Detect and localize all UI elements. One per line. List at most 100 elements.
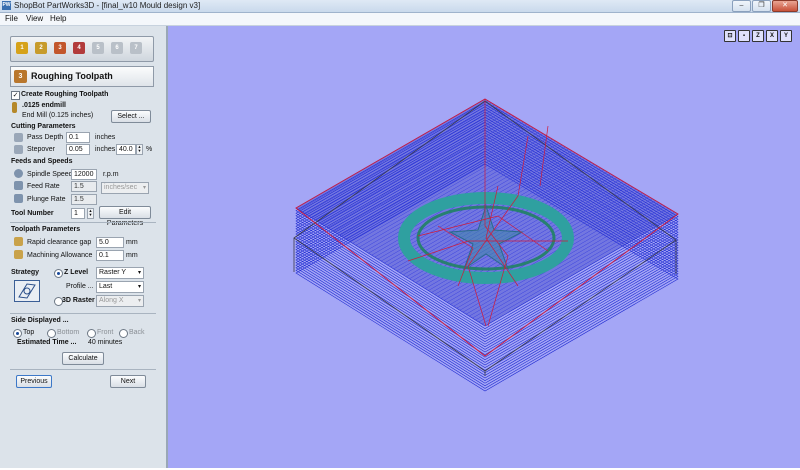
side-front-radio[interactable] xyxy=(87,329,96,338)
chevron-down-icon: ▾ xyxy=(137,284,141,290)
rapid-clearance-label: Rapid clearance gap xyxy=(27,239,92,246)
stage-6-icon[interactable]: 6 xyxy=(111,42,123,54)
window-title: ShopBot PartWorks3D - [final_w10 Mould d… xyxy=(14,1,201,10)
stage-5-icon[interactable]: 5 xyxy=(92,42,104,54)
side-bottom-radio[interactable] xyxy=(47,329,56,338)
iso-view-icon[interactable]: ▪ xyxy=(738,30,750,42)
spindle-speed-label: Spindle Speed xyxy=(27,171,73,178)
menu-file[interactable]: File xyxy=(5,14,18,24)
select-tool-button[interactable]: Select ... xyxy=(111,110,151,123)
feeds-speeds-heading: Feeds and Speeds xyxy=(11,158,73,165)
zoom-extents-icon[interactable]: ⊡ xyxy=(724,30,736,42)
view-toolbar: ⊡ ▪ Z X Y xyxy=(724,30,792,42)
maximize-button[interactable]: ❐ xyxy=(752,0,771,12)
rapid-clearance-unit: mm xyxy=(126,239,138,246)
next-button[interactable]: Next xyxy=(110,375,146,388)
plunge-rate-input[interactable]: 1.5 xyxy=(71,194,97,205)
stage-3-icon[interactable]: 3 xyxy=(54,42,66,54)
profile-select[interactable]: Last ▾ xyxy=(96,281,144,293)
stepover-percent-input[interactable]: 40.0 xyxy=(116,144,136,155)
roughing-icon: 3 xyxy=(14,70,27,83)
chevron-down-icon: ▾ xyxy=(142,185,146,191)
create-toolpath-label: Create Roughing Toolpath xyxy=(21,91,109,98)
machining-allowance-unit: mm xyxy=(126,252,138,259)
endmill-icon xyxy=(12,102,17,113)
stage-1-icon[interactable]: 1 xyxy=(16,42,28,54)
tool-description: End Mill (0.125 inches) xyxy=(22,112,94,119)
side-displayed-heading: Side Displayed ... xyxy=(11,317,69,324)
strategy-label: Strategy xyxy=(11,269,40,276)
toolpath-preview xyxy=(293,98,679,392)
pass-depth-icon xyxy=(14,133,23,142)
stage-2-icon[interactable]: 2 xyxy=(35,42,47,54)
3d-viewport[interactable]: ⊡ ▪ Z X Y xyxy=(168,26,800,468)
profile-value: Last xyxy=(99,283,113,290)
create-toolpath-checkbox[interactable]: ✓ xyxy=(11,91,20,100)
cutting-parameters-heading: Cutting Parameters xyxy=(11,123,76,130)
raster3d-value: Along X xyxy=(99,297,124,304)
plunge-rate-label: Plunge Rate xyxy=(27,196,66,203)
view-x-icon[interactable]: X xyxy=(766,30,778,42)
feed-unit-select[interactable]: inches/sec ▾ xyxy=(101,182,149,194)
tool-number-input[interactable]: 1 xyxy=(71,208,85,219)
stepover-input[interactable]: 0.05 xyxy=(66,144,90,155)
view-y-icon[interactable]: Y xyxy=(780,30,792,42)
side-front-label: Front xyxy=(97,329,114,336)
stepover-icon xyxy=(14,145,23,154)
divider xyxy=(10,313,156,314)
side-top-label: Top xyxy=(23,329,35,336)
tool-number-spinner[interactable]: ▲ ▼ xyxy=(87,208,94,219)
chevron-down-icon: ▾ xyxy=(137,298,141,304)
side-bottom-label: Bottom xyxy=(57,329,80,336)
pass-depth-unit: inches xyxy=(95,134,116,141)
strategy-diagram-icon xyxy=(14,280,40,302)
stepover-label: Stepover xyxy=(27,146,56,153)
section-title: Roughing Toolpath xyxy=(31,71,113,81)
rapid-clearance-icon xyxy=(14,237,23,246)
side-back-label: Back xyxy=(129,329,145,336)
rapid-clearance-input[interactable]: 5.0 xyxy=(96,237,124,248)
percent-sign: % xyxy=(146,146,153,153)
machining-allowance-label: Machining Allowance xyxy=(27,252,93,259)
menu-help[interactable]: Help xyxy=(50,14,66,24)
menu-view[interactable]: View xyxy=(26,14,43,24)
zlevel-strategy-select[interactable]: Raster Y ▾ xyxy=(96,267,144,279)
menu-bar: File View Help xyxy=(0,13,800,26)
window-controls: – ❐ ✕ xyxy=(732,0,798,12)
calculate-button[interactable]: Calculate xyxy=(62,352,104,365)
close-button[interactable]: ✕ xyxy=(772,0,798,12)
feed-rate-icon xyxy=(14,181,23,190)
edit-parameters-button[interactable]: Edit Parameters xyxy=(99,206,151,227)
chevron-down-icon: ▾ xyxy=(137,270,141,276)
toolpath-parameters-heading: Toolpath Parameters xyxy=(11,226,81,233)
stage-toolbar: 1 2 3 4 5 6 7 xyxy=(10,36,154,62)
feed-rate-input[interactable]: 1.5 xyxy=(71,181,97,192)
title-bar: PW ShopBot PartWorks3D - [final_w10 Moul… xyxy=(0,0,800,13)
zlevel-radio[interactable] xyxy=(54,269,63,278)
tool-name: .0125 endmill xyxy=(22,102,66,109)
spindle-speed-unit: r.p.m xyxy=(103,171,119,178)
tool-number-label: Tool Number xyxy=(11,210,54,217)
pass-depth-input[interactable]: 0.1 xyxy=(66,132,90,143)
pass-depth-label: Pass Depth xyxy=(27,134,64,141)
raster3d-label: 3D Raster xyxy=(62,297,95,304)
view-z-icon[interactable]: Z xyxy=(752,30,764,42)
divider xyxy=(10,369,156,370)
stepover-spinner[interactable]: ▲ ▼ xyxy=(136,144,143,155)
minimize-button[interactable]: – xyxy=(732,0,751,12)
feed-unit-value: inches/sec xyxy=(104,184,138,191)
stage-4-icon[interactable]: 4 xyxy=(73,42,85,54)
side-top-radio[interactable] xyxy=(13,329,22,338)
machining-allowance-input[interactable]: 0.1 xyxy=(96,250,124,261)
spindle-speed-input[interactable]: 12000 xyxy=(71,169,97,180)
zlevel-strategy-value: Raster Y xyxy=(99,269,127,276)
feed-rate-label: Feed Rate xyxy=(27,183,60,190)
estimated-time-value: 40 minutes xyxy=(88,339,123,346)
stage-7-icon[interactable]: 7 xyxy=(130,42,142,54)
profile-label: Profile ... xyxy=(66,283,94,290)
previous-button[interactable]: Previous xyxy=(16,375,52,388)
side-back-radio[interactable] xyxy=(119,329,128,338)
spindle-icon xyxy=(14,169,23,178)
divider xyxy=(10,222,156,223)
raster3d-select[interactable]: Along X ▾ xyxy=(96,295,144,307)
